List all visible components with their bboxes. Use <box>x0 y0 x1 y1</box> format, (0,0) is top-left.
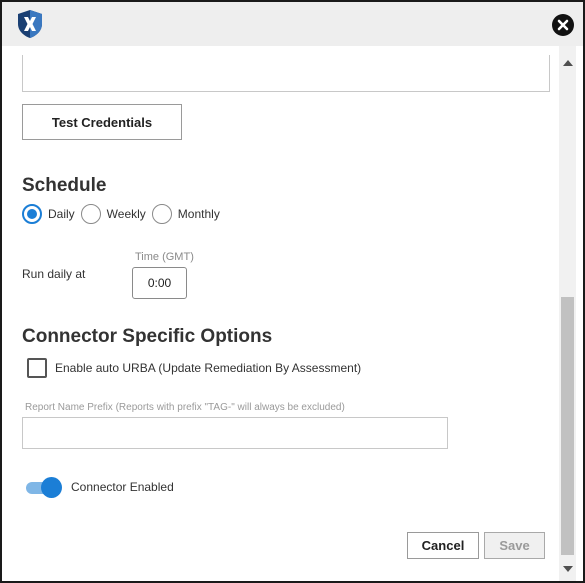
auto-urba-label: Enable auto URBA (Update Remediation By … <box>55 361 362 375</box>
dialog-titlebar <box>2 2 583 46</box>
credentials-textarea[interactable] <box>22 55 550 92</box>
test-credentials-button[interactable]: Test Credentials <box>22 104 182 140</box>
radio-monthly[interactable] <box>151 204 172 224</box>
radio-option-monthly[interactable]: Monthly <box>151 204 220 224</box>
radio-weekly[interactable] <box>80 204 101 224</box>
save-button[interactable]: Save <box>484 532 545 559</box>
schedule-title: Schedule <box>22 175 107 196</box>
auto-urba-option: Enable auto URBA (Update Remediation By … <box>27 358 361 378</box>
time-input[interactable]: 0:00 <box>132 267 187 299</box>
connector-dialog: Test Credentials Schedule Daily Weekly M… <box>0 0 585 583</box>
radio-daily[interactable] <box>22 204 42 224</box>
auto-urba-checkbox[interactable] <box>27 358 47 378</box>
radio-option-daily[interactable]: Daily <box>22 204 75 224</box>
cancel-button[interactable]: Cancel <box>407 532 479 559</box>
report-prefix-label: Report Name Prefix (Reports with prefix … <box>25 402 345 413</box>
radio-option-weekly[interactable]: Weekly <box>80 204 146 224</box>
radio-label-weekly: Weekly <box>106 207 146 221</box>
connector-enabled-toggle[interactable] <box>24 476 62 498</box>
time-gmt-label: Time (GMT) <box>135 251 194 263</box>
vertical-scrollbar[interactable] <box>559 46 576 581</box>
close-icon <box>557 19 569 31</box>
scroll-down-arrow-icon[interactable] <box>563 566 573 572</box>
connector-enabled-option: Connector Enabled <box>24 476 174 498</box>
close-button[interactable] <box>552 14 574 36</box>
toggle-thumb <box>41 477 62 498</box>
connector-enabled-label: Connector Enabled <box>71 480 174 494</box>
radio-label-daily: Daily <box>48 207 75 221</box>
scroll-thumb[interactable] <box>561 297 574 555</box>
report-prefix-input[interactable] <box>22 417 448 449</box>
shield-x-logo-icon <box>17 9 43 39</box>
dialog-content: Test Credentials Schedule Daily Weekly M… <box>2 46 558 581</box>
connector-options-title: Connector Specific Options <box>22 326 273 347</box>
schedule-frequency-group: Daily Weekly Monthly <box>22 203 226 225</box>
radio-label-monthly: Monthly <box>177 207 220 221</box>
scroll-up-arrow-icon[interactable] <box>563 60 573 66</box>
run-daily-label: Run daily at <box>22 267 86 281</box>
